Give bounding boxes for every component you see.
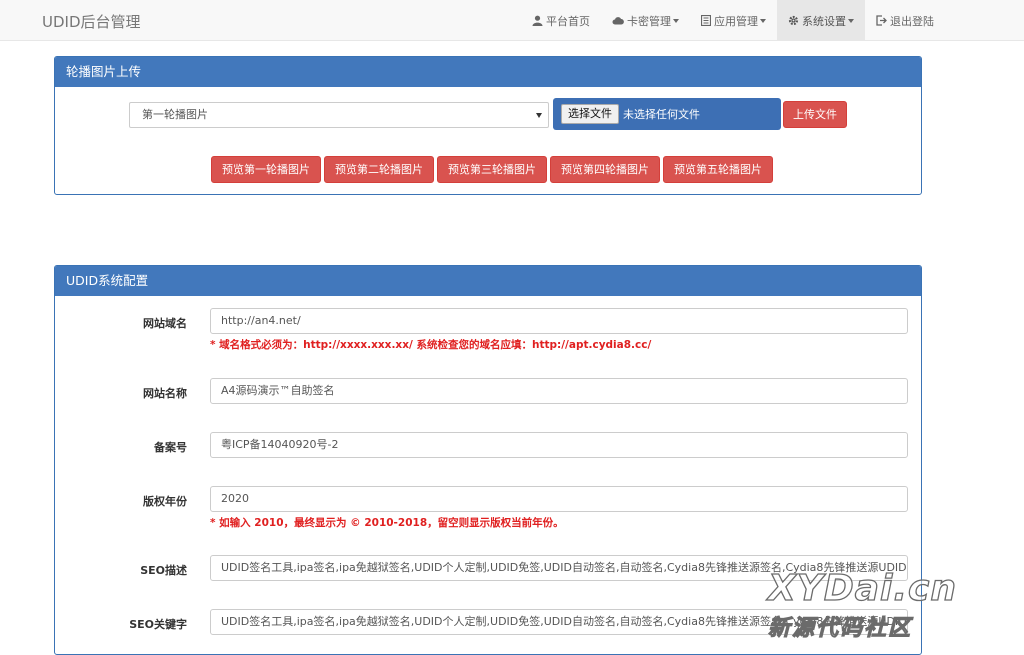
chevron-down-icon bbox=[536, 113, 542, 118]
copyright-help: * 如输入 2010，最终显示为 © 2010-2018，留空则显示版权当前年份… bbox=[210, 517, 564, 529]
preview-button-1[interactable]: 预览第一轮播图片 bbox=[211, 156, 321, 183]
choose-file-button[interactable]: 选择文件 bbox=[561, 104, 619, 124]
preview-button-3[interactable]: 预览第三轮播图片 bbox=[437, 156, 547, 183]
gear-icon bbox=[788, 15, 799, 26]
field-label: 网站域名 bbox=[143, 317, 187, 330]
cloud-icon bbox=[612, 17, 624, 25]
nav-system-settings[interactable]: 系统设置 bbox=[777, 0, 865, 41]
nav-app-label: 应用管理 bbox=[714, 14, 758, 28]
file-status: 未选择任何文件 bbox=[623, 108, 700, 121]
preview-button-2[interactable]: 预览第二轮播图片 bbox=[324, 156, 434, 183]
icp-input[interactable]: 粤ICP备14040920号-2 bbox=[210, 432, 908, 458]
field-label: 备案号 bbox=[154, 441, 187, 454]
field-label: SEO关键字 bbox=[129, 618, 187, 631]
nav-home[interactable]: 平台首页 bbox=[521, 0, 601, 41]
nav-settings-label: 系统设置 bbox=[802, 14, 846, 28]
nav-app-management[interactable]: 应用管理 bbox=[690, 0, 777, 41]
nav-home-label: 平台首页 bbox=[546, 14, 590, 28]
seo-description-input[interactable]: UDID签名工具,ipa签名,ipa免越狱签名,UDID个人定制,UDID免签,… bbox=[210, 555, 908, 581]
panel-title: 轮播图片上传 bbox=[55, 57, 921, 87]
field-label: 版权年份 bbox=[143, 495, 187, 508]
udid-config-panel: UDID系统配置 网站域名 http://an4.net/ * 域名格式必须为：… bbox=[54, 265, 922, 655]
file-picker: 选择文件 未选择任何文件 bbox=[553, 98, 781, 130]
preview-button-4[interactable]: 预览第四轮播图片 bbox=[550, 156, 660, 183]
book-icon bbox=[701, 15, 711, 26]
site-name-input[interactable]: A4源码演示™自助签名 bbox=[210, 378, 908, 404]
panel-title: UDID系统配置 bbox=[55, 266, 921, 296]
domain-help: * 域名格式必须为：http://xxxx.xxx.xx/ 系统检查您的域名应填… bbox=[210, 339, 652, 351]
carousel-upload-panel: 轮播图片上传 第一轮播图片 选择文件 未选择任何文件 上传文件 预览第一轮播图片… bbox=[54, 56, 922, 195]
main-nav: 平台首页 卡密管理 应用管理 系统设置 退出登陆 bbox=[521, 0, 1024, 41]
seo-keywords-input[interactable]: UDID签名工具,ipa签名,ipa免越狱签名,UDID个人定制,UDID免签,… bbox=[210, 609, 908, 635]
chevron-down-icon bbox=[673, 18, 679, 23]
field-label: 网站名称 bbox=[143, 387, 187, 400]
chevron-down-icon bbox=[760, 18, 766, 23]
nav-logout-label: 退出登陆 bbox=[890, 14, 934, 28]
copyright-year-input[interactable]: 2020 bbox=[210, 486, 908, 512]
preview-buttons: 预览第一轮播图片 预览第二轮播图片 预览第三轮播图片 预览第四轮播图片 预览第五… bbox=[211, 156, 773, 183]
carousel-slot-select[interactable]: 第一轮播图片 bbox=[129, 102, 549, 128]
preview-button-5[interactable]: 预览第五轮播图片 bbox=[663, 156, 773, 183]
nav-logout[interactable]: 退出登陆 bbox=[865, 0, 1024, 41]
field-label: SEO描述 bbox=[140, 564, 187, 577]
navbar: UDID后台管理 平台首页 卡密管理 应用管理 系统设置 退出登陆 bbox=[0, 0, 1024, 41]
select-value: 第一轮播图片 bbox=[142, 108, 208, 121]
brand-title[interactable]: UDID后台管理 bbox=[42, 11, 141, 32]
nav-card-management[interactable]: 卡密管理 bbox=[601, 0, 690, 41]
chevron-down-icon bbox=[848, 18, 854, 23]
upload-button[interactable]: 上传文件 bbox=[783, 101, 847, 128]
user-icon bbox=[532, 15, 543, 26]
domain-input[interactable]: http://an4.net/ bbox=[210, 308, 908, 334]
nav-card-label: 卡密管理 bbox=[627, 14, 671, 28]
logout-icon bbox=[876, 15, 887, 26]
